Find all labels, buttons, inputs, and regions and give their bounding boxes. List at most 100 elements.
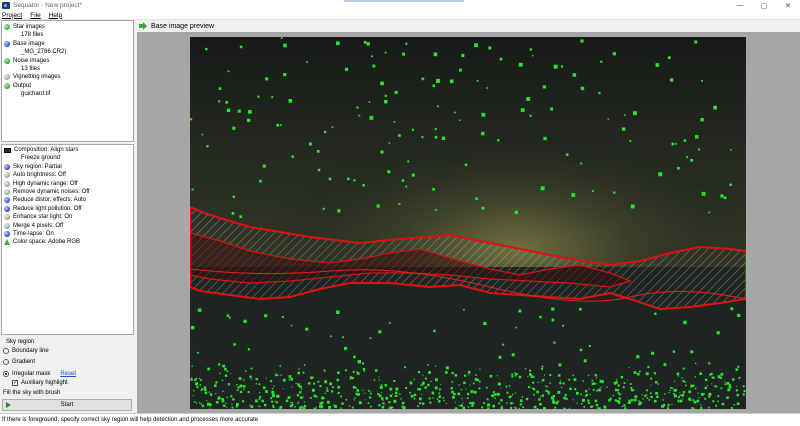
ground-star-mark: [596, 377, 598, 379]
ground-star-mark: [445, 366, 449, 370]
irregular-mask-option[interactable]: Irregular mask Reset: [3, 371, 76, 377]
ground-star-mark: [393, 380, 396, 382]
tree-item[interactable]: _MG_2786.CR2): [4, 48, 66, 56]
gradient-radio[interactable]: [3, 359, 9, 365]
star-mark: [376, 204, 380, 208]
setting-label: Enhance star light: On: [13, 214, 73, 221]
ground-star-mark: [382, 399, 384, 401]
ground-star-mark: [389, 406, 392, 409]
menu-help[interactable]: Help: [49, 12, 62, 19]
tree-item[interactable]: guichard.tif: [4, 90, 50, 98]
setting-item[interactable]: Auto brightness: Off: [4, 171, 66, 179]
preview-image[interactable]: [190, 37, 746, 409]
tree-item[interactable]: Noise images: [4, 57, 49, 65]
ground-star-mark: [581, 398, 585, 402]
ground-star-mark: [288, 375, 292, 379]
ground-star-mark: [358, 401, 362, 405]
ground-star-mark: [636, 372, 640, 376]
ground-star-mark: [514, 372, 516, 375]
ground-star-mark: [656, 395, 659, 399]
star-mark: [580, 39, 584, 43]
setting-item[interactable]: Color space: Adobe RGB: [4, 238, 80, 246]
maximize-button[interactable]: ▢: [752, 0, 776, 11]
star-mark: [488, 46, 492, 50]
irregular-mask-radio[interactable]: [3, 371, 9, 377]
boundary-line-radio[interactable]: [3, 348, 9, 354]
ground-star-mark: [475, 374, 477, 376]
auxiliary-highlight-option[interactable]: Auxiliary highlight: [12, 379, 68, 386]
setting-item[interactable]: Reduce light pollution: Off: [4, 205, 82, 213]
ground-star-mark: [345, 398, 348, 401]
menu-project[interactable]: Project: [2, 12, 22, 19]
setting-item[interactable]: Merge 4 pixels: Off: [4, 222, 63, 230]
ground-star-mark: [460, 388, 463, 391]
ground-star-mark: [649, 392, 652, 395]
star-mark: [247, 348, 250, 351]
boundary-line-label: Boundary line: [12, 348, 49, 354]
ground-star-mark: [559, 379, 561, 381]
ground-star-mark: [703, 393, 705, 395]
star-mark: [372, 64, 376, 68]
close-button[interactable]: ✕: [776, 0, 800, 11]
setting-item[interactable]: High dynamic range: Off: [4, 180, 78, 188]
star-mark: [276, 123, 280, 127]
ground-star-mark: [529, 369, 532, 372]
start-button[interactable]: Start: [2, 399, 132, 411]
star-mark: [716, 331, 720, 335]
star-mark: [723, 196, 727, 200]
star-mark: [502, 343, 505, 346]
auxiliary-highlight-checkbox[interactable]: [12, 379, 18, 386]
minimize-button[interactable]: —: [728, 0, 752, 11]
ground-star-mark: [287, 396, 291, 399]
ground-star-mark: [259, 398, 261, 400]
ground-star-mark: [356, 372, 360, 375]
base-image-preview[interactable]: [190, 37, 746, 409]
ground-star-mark: [309, 397, 312, 399]
ground-star-mark: [742, 393, 745, 396]
ground-star-mark: [641, 394, 643, 396]
ground-star-mark: [362, 389, 364, 391]
setting-item[interactable]: Sky region: Partial: [4, 163, 62, 171]
setting-item[interactable]: Remove dynamic noises: Off: [4, 188, 90, 196]
ground-star-mark: [735, 385, 737, 387]
ground-star-mark: [198, 377, 200, 380]
ground-star-mark: [678, 396, 680, 398]
ground-star-mark: [274, 373, 278, 377]
star-mark: [358, 114, 361, 117]
menu-file[interactable]: File: [30, 12, 40, 19]
ground-star-mark: [572, 399, 574, 401]
ground-star-mark: [704, 386, 707, 390]
tree-item[interactable]: Base image: [4, 40, 45, 48]
star-mark: [411, 173, 415, 177]
ground-star-mark: [204, 391, 208, 395]
setting-item[interactable]: Composition: Align stars: [4, 146, 78, 154]
gradient-option[interactable]: Gradient: [3, 359, 35, 365]
setting-item[interactable]: Time-lapse: On: [4, 230, 54, 238]
tree-item[interactable]: Vignetting images: [4, 73, 61, 81]
tree-item[interactable]: 13 files: [4, 65, 40, 73]
setting-item[interactable]: Enhance star light: On: [4, 213, 72, 221]
ground-star-mark: [592, 382, 596, 385]
ground-star-mark: [388, 401, 391, 404]
ground-star-mark: [525, 397, 529, 401]
ground-star-mark: [653, 372, 657, 375]
ground-star-mark: [552, 400, 555, 404]
ground-star-mark: [290, 377, 294, 381]
boundary-line-option[interactable]: Boundary line: [3, 348, 49, 354]
ground-star-mark: [438, 395, 441, 399]
tree-item[interactable]: Star images: [4, 23, 45, 31]
star-mark: [305, 327, 309, 331]
tree-item-label: guichard.tif: [21, 91, 51, 98]
ground-star-mark: [270, 380, 273, 383]
ground-star-mark: [373, 379, 376, 381]
ground-star-mark: [492, 404, 495, 408]
ground-star-mark: [410, 395, 414, 398]
reset-link[interactable]: Reset: [60, 371, 76, 377]
setting-item[interactable]: Freeze ground: [4, 154, 60, 162]
setting-item[interactable]: Reduce distor. effects: Auto: [4, 196, 86, 204]
green-status-icon: [4, 24, 10, 30]
ground-star-mark: [606, 386, 608, 388]
monitor-icon: [4, 147, 11, 153]
tree-item[interactable]: 178 files: [4, 31, 43, 39]
tree-item[interactable]: Output: [4, 82, 31, 90]
